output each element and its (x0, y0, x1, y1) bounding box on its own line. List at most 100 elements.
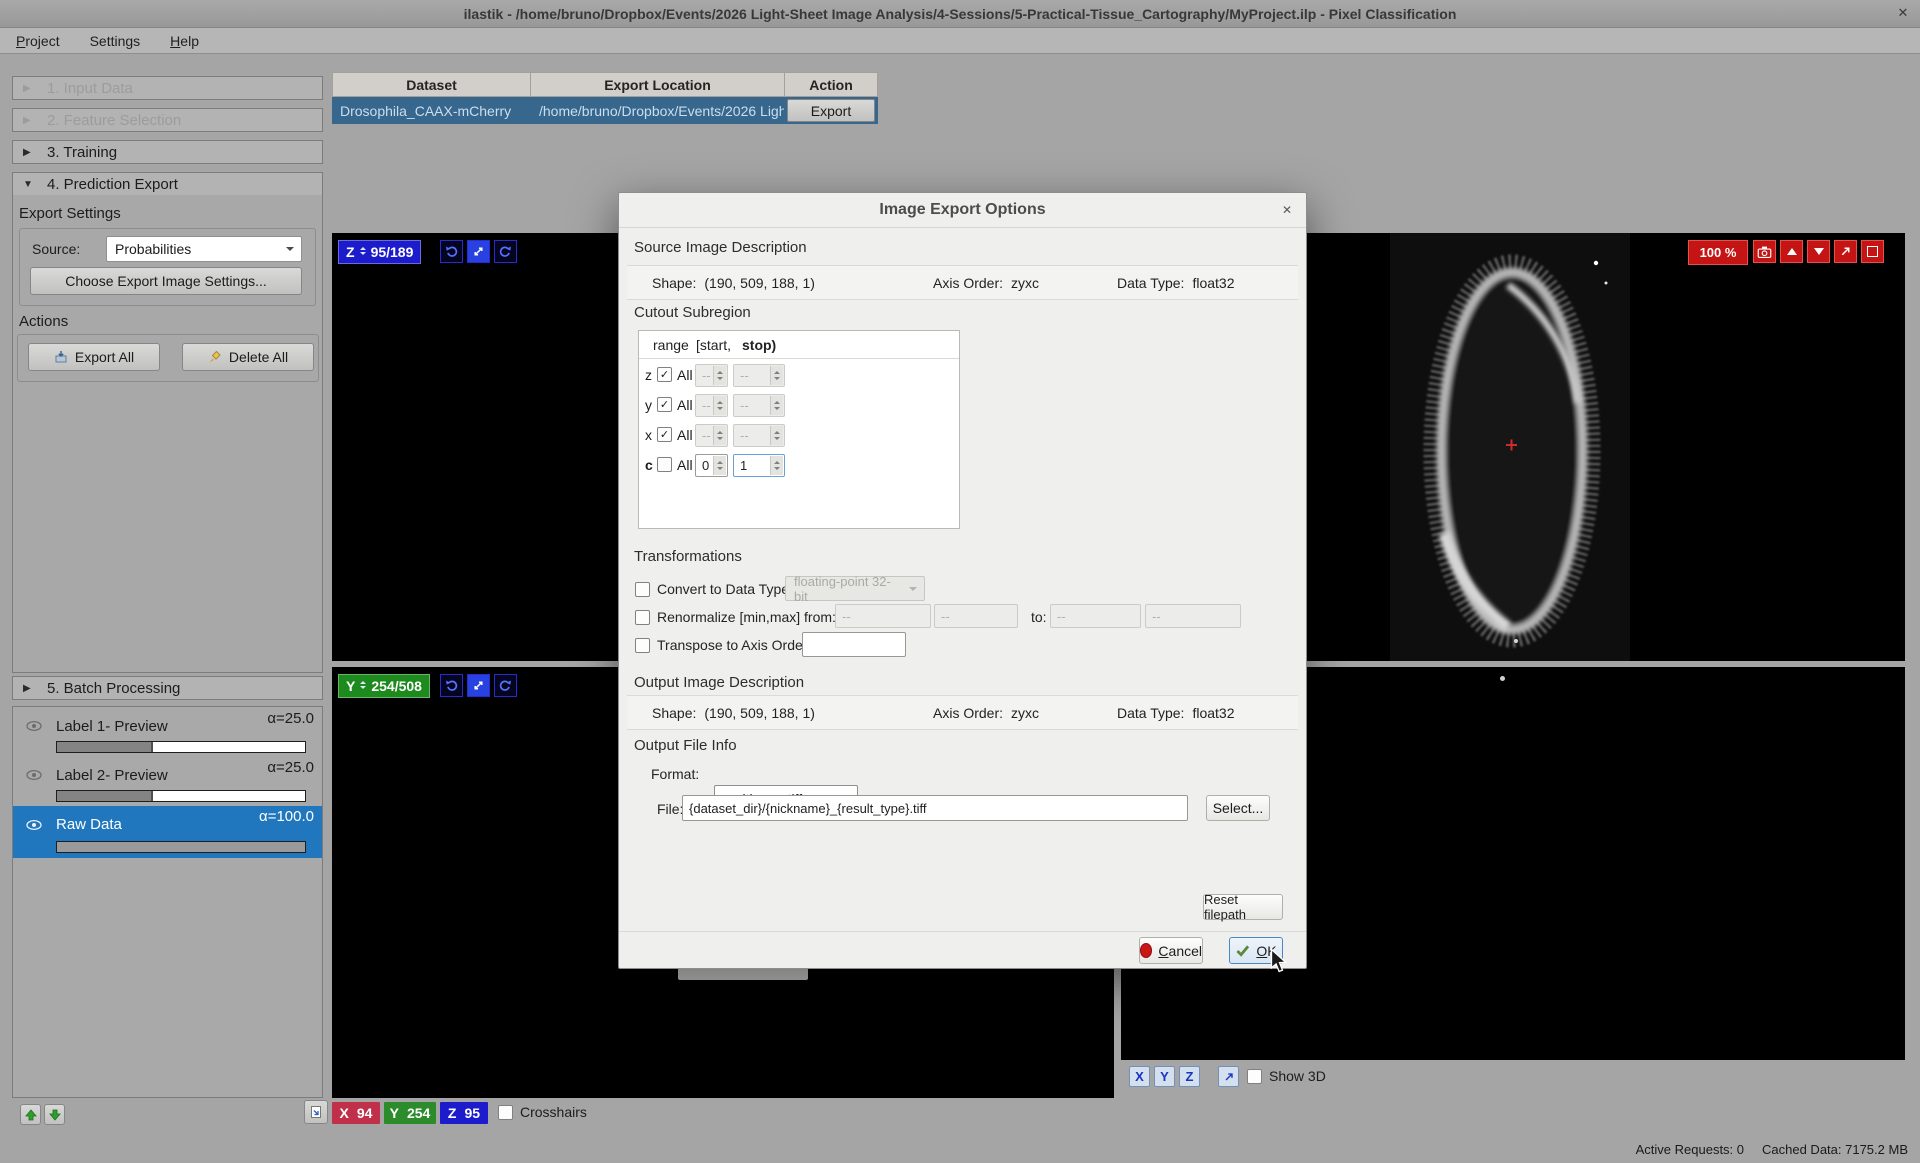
menu-project[interactable]: Project (16, 33, 60, 49)
window-close-icon[interactable]: ✕ (1894, 4, 1912, 22)
crosshairs-checkbox[interactable] (498, 1105, 513, 1120)
spin-arrows-icon[interactable] (713, 426, 726, 445)
col-header-export-location[interactable]: Export Location (530, 72, 785, 97)
arrow-ne-icon (1839, 245, 1852, 258)
spin-arrows-icon[interactable] (770, 366, 783, 385)
renorm-to-min-field[interactable]: -- (1050, 604, 1141, 628)
section-output-image-description: Output Image Description (634, 674, 804, 691)
source-data-type: Data Type: float32 (1117, 266, 1235, 299)
delete-all-button[interactable]: Delete All (182, 343, 314, 371)
x-chip-label: X (340, 1105, 349, 1121)
show-3d-checkbox[interactable] (1247, 1069, 1262, 1084)
toggle-z-slice-button[interactable]: Z (1179, 1066, 1200, 1087)
stop-spinbox[interactable]: -- (733, 364, 785, 387)
transpose-label: Transpose to Axis Order: (657, 637, 811, 653)
spin-arrows-icon[interactable] (713, 396, 726, 415)
table-cell-export-location[interactable]: /home/bruno/Dropbox/Events/2026 Light... (531, 97, 784, 124)
alpha-slider[interactable] (56, 790, 306, 802)
toggle-y-slice-button[interactable]: Y (1154, 1066, 1175, 1087)
rotate-left-button[interactable] (440, 674, 463, 697)
swap-axes-button[interactable] (467, 240, 490, 263)
col-header-dataset[interactable]: Dataset (332, 72, 531, 97)
applet-training[interactable]: 3. Training (12, 140, 323, 164)
layer-move-up-button[interactable] (20, 1104, 41, 1125)
all-checkbox[interactable] (657, 457, 672, 472)
z-position-indicator[interactable]: Z 95/189 (338, 240, 421, 264)
eye-icon[interactable] (25, 817, 43, 833)
spin-arrows-icon[interactable] (713, 456, 726, 475)
format-label: Format: (651, 766, 699, 782)
eye-icon[interactable] (25, 718, 43, 734)
menu-settings[interactable]: Settings (90, 33, 141, 49)
layer-move-down-button[interactable] (44, 1104, 65, 1125)
convert-dtype-select[interactable]: floating-point 32-bit (785, 576, 925, 601)
stop-spinbox[interactable]: -- (733, 424, 785, 447)
source-select[interactable]: Probabilities (106, 236, 302, 262)
slice-highlight-dot (1500, 676, 1505, 681)
rotate-right-button[interactable] (494, 240, 517, 263)
maximize-3d-view-button[interactable] (1218, 1066, 1239, 1087)
reset-filepath-button[interactable]: Reset filepath (1203, 894, 1283, 920)
cancel-button[interactable]: Cancel (1139, 937, 1203, 964)
z-position-value: 95/189 (371, 244, 414, 260)
all-checkbox[interactable]: ✓ (657, 427, 672, 442)
spin-arrows-icon[interactable] (770, 396, 783, 415)
layer-list: Label 1- Preview α=25.0 Label 2- Preview… (12, 706, 323, 1098)
slice-down-button[interactable] (1807, 240, 1830, 263)
layer-row-label2[interactable]: Label 2- Preview α=25.0 (13, 757, 322, 806)
select-file-button[interactable]: Select... (1206, 795, 1270, 821)
y-axis-label: Y (346, 678, 355, 694)
dialog-close-icon[interactable]: ✕ (1278, 201, 1296, 219)
source-shape: Shape: (190, 509, 188, 1) (652, 266, 815, 299)
applet-input-data[interactable]: 1. Input Data (12, 76, 323, 100)
renorm-to-max-field[interactable]: -- (1145, 604, 1241, 628)
start-spinbox[interactable]: -- (695, 394, 728, 417)
start-spinbox[interactable]: -- (695, 424, 728, 447)
transpose-order-input[interactable] (802, 632, 906, 657)
all-checkbox[interactable]: ✓ (657, 397, 672, 412)
all-checkbox[interactable]: ✓ (657, 367, 672, 382)
spin-arrows-icon[interactable] (770, 426, 783, 445)
zoom-level-indicator[interactable]: 100 % (1688, 240, 1748, 265)
start-spinbox[interactable]: -- (695, 364, 728, 387)
file-path-input[interactable] (682, 795, 1188, 821)
spin-arrows-icon[interactable] (713, 366, 726, 385)
renormalize-checkbox[interactable] (635, 610, 650, 625)
snapshot-button[interactable] (1753, 240, 1776, 263)
menu-help[interactable]: Help (170, 33, 199, 49)
layer-row-label1[interactable]: Label 1- Preview α=25.0 (13, 708, 322, 757)
toggle-x-slice-button[interactable]: X (1129, 1066, 1150, 1087)
rotate-right-button[interactable] (494, 674, 517, 697)
swap-axes-button[interactable] (467, 674, 490, 697)
alpha-slider[interactable] (56, 841, 306, 853)
check-mark: ✓ (660, 368, 669, 381)
renorm-from-min-field[interactable]: -- (835, 604, 931, 628)
cutout-subregion-table: range [start, stop) z ✓ All -- -- y ✓ Al… (638, 330, 960, 529)
renorm-from-max-field[interactable]: -- (934, 604, 1018, 628)
stop-spinbox[interactable]: 1 (733, 454, 785, 477)
rotate-left-button[interactable] (440, 240, 463, 263)
y-position-indicator[interactable]: Y 254/508 (338, 674, 430, 698)
table-cell-dataset[interactable]: Drosophila_CAAX-mCherry (332, 97, 531, 124)
choose-export-settings-button[interactable]: Choose Export Image Settings... (30, 267, 302, 295)
start-spinbox[interactable]: 0 (695, 454, 728, 477)
col-header-action[interactable]: Action (784, 72, 878, 97)
eye-icon[interactable] (25, 767, 43, 783)
layer-row-raw-data[interactable]: Raw Data α=100.0 (13, 806, 322, 858)
copy-position-button[interactable] (304, 1100, 328, 1124)
spin-arrows-icon[interactable] (770, 456, 783, 475)
alpha-slider[interactable] (56, 741, 306, 753)
export-all-label: Export All (75, 349, 134, 365)
transpose-checkbox[interactable] (635, 638, 650, 653)
convert-dtype-checkbox[interactable] (635, 582, 650, 597)
stop-spinbox[interactable]: -- (733, 394, 785, 417)
rotate-left-icon (444, 244, 459, 259)
applet-prediction-export[interactable]: 4. Prediction Export (12, 172, 323, 196)
applet-feature-selection[interactable]: 2. Feature Selection (12, 108, 323, 132)
layer-name: Label 2- Preview (56, 767, 168, 784)
maximize-view-button[interactable] (1834, 240, 1857, 263)
export-row-button[interactable]: Export (787, 99, 875, 122)
export-all-button[interactable]: Export All (28, 343, 160, 371)
dock-view-button[interactable] (1861, 240, 1884, 263)
slice-up-button[interactable] (1780, 240, 1803, 263)
